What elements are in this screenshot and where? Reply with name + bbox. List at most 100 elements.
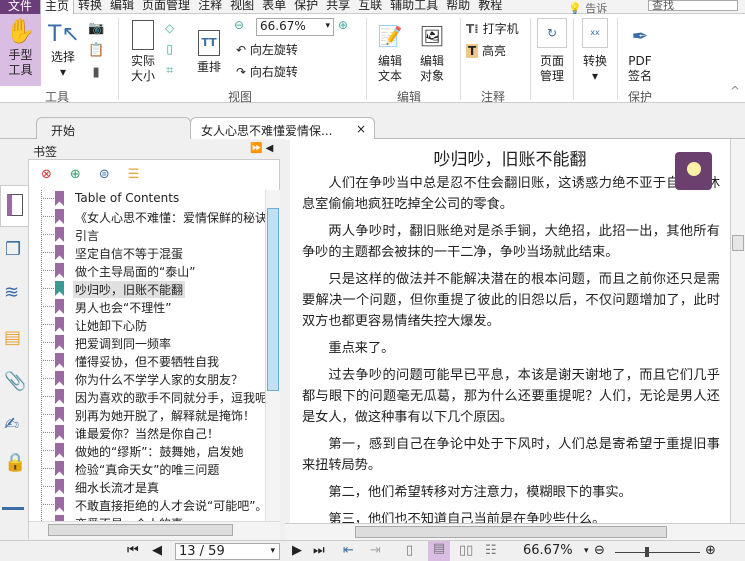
zoom-out-icon[interactable]: ⊖ (234, 18, 244, 33)
previous-view-icon[interactable]: ⇤ (343, 543, 354, 558)
next-page-button[interactable]: ▶ (292, 543, 302, 558)
fit-icons[interactable]: ◇ ▯ ⌗ (165, 18, 174, 81)
attachment-icon[interactable]: 📎 (4, 371, 26, 392)
tree-connector (41, 270, 54, 271)
bookmark-item[interactable]: 你为什么不学学人家的女朋友？ (29, 370, 265, 388)
bookmark-item[interactable]: Table of Contents (29, 190, 265, 208)
comments-icon[interactable]: ▤ (4, 327, 21, 348)
menu-tab-4[interactable]: 注释 (194, 0, 226, 14)
pages-icon[interactable]: ❐ (5, 239, 21, 260)
bookmark-item[interactable]: 做个主导局面的“泰山” (29, 262, 265, 280)
tab-start[interactable]: 开始 (36, 117, 191, 140)
actual-size-button[interactable]: 实际 大小 (126, 18, 160, 84)
tree-connector (41, 432, 54, 433)
menu-tab-8[interactable]: 共享 (322, 0, 354, 14)
close-tab-icon[interactable]: × (356, 122, 366, 136)
single-page-icon[interactable]: ▯ (406, 543, 413, 558)
zoom-slider[interactable] (615, 547, 700, 557)
page-manage-button[interactable]: ↻ 页面 管理 (535, 18, 569, 84)
tree-connector (41, 342, 54, 343)
signature-icon[interactable]: ✍ (4, 414, 19, 435)
next-view-icon[interactable]: ⇥ (370, 543, 381, 558)
bookmark-item[interactable]: 细水长流才是真 (29, 478, 265, 496)
delete-bookmark-icon[interactable]: ⊗ (41, 167, 70, 182)
bookmark-item[interactable]: 男人也会“不理性” (29, 298, 265, 316)
continuous-page-icon[interactable]: ▤ (428, 541, 450, 561)
bookmark-item[interactable]: 懂得妥协，但不要牺牲自我 (29, 352, 265, 370)
page-number-input[interactable]: 13 / 59 ▾ (175, 543, 280, 560)
bookmark-vertical-scrollbar[interactable] (265, 190, 280, 521)
move-bookmark-icon[interactable]: ⊜ (99, 167, 128, 182)
bookmark-item[interactable]: 把爱调到同一频率 (29, 334, 265, 352)
menu-tab-11[interactable]: 帮助 (442, 0, 474, 14)
menu-tab-10[interactable]: 辅助工具 (386, 0, 442, 14)
hand-tool-button[interactable]: ✋ 手型 工具 (0, 14, 41, 86)
bookmark-item[interactable]: 因为喜欢的歌手不同就分手，逗我呢 (29, 388, 265, 406)
bookmark-item[interactable]: 检验“真命天女”的唯三问题 (29, 460, 265, 478)
menu-tab-5[interactable]: 视图 (226, 0, 258, 14)
typewriter-button[interactable]: T⁞ 打字机 (466, 22, 519, 37)
first-page-button[interactable]: ⏮ (127, 543, 139, 558)
continuous-facing-icon[interactable]: ☷ (485, 543, 497, 558)
bookmark-label: 别再为她开脱了，解释就是掩饰！ (75, 409, 256, 423)
document-vertical-scrollbar[interactable] (730, 139, 745, 523)
bookmark-item[interactable]: 引言 (29, 226, 265, 244)
bookmark-item[interactable]: 坚定自信不等于混蛋 (29, 244, 265, 262)
tab-document-label: 女人心思不难懂爱情保... (201, 124, 333, 138)
document-page[interactable]: 吵归吵，旧账不能翻 人们在争吵当中总是忍不住会翻旧账，这诱惑力绝不亚于自己在休息… (290, 139, 730, 523)
search-input[interactable]: 查找 (648, 0, 738, 11)
last-page-button[interactable]: ⏭ (313, 543, 325, 558)
zoom-select[interactable]: 66.67% ▾ (256, 18, 334, 36)
zoom-out-button[interactable]: ⊖ (594, 543, 605, 558)
document-horizontal-scrollbar[interactable] (285, 523, 745, 540)
menu-tab-2[interactable]: 编辑 (106, 0, 138, 14)
zoom-in-icon[interactable]: ⊕ (338, 18, 348, 33)
snapshot-icon[interactable]: 📷 📋 ▮ (88, 18, 104, 84)
menu-tab-6[interactable]: 表单 (258, 0, 290, 14)
facing-page-icon[interactable]: ▯▯ (459, 543, 473, 558)
select-button[interactable]: T↖ 选择 ▾ (48, 20, 80, 80)
convert-button[interactable]: xx 转换 ▾ (579, 18, 611, 84)
layers-icon[interactable]: ≋ (4, 282, 19, 303)
bookmark-options-icon[interactable]: ☰ (128, 167, 158, 182)
bookmark-horizontal-scrollbar[interactable] (29, 521, 280, 539)
collapse-ribbon-icon[interactable]: ^ (730, 84, 740, 99)
zoom-level[interactable]: 66.67% (523, 543, 573, 558)
zoom-dropdown-icon[interactable]: ▾ (584, 546, 589, 556)
document-paragraph: 过去争吵的问题可能早已平息，本该是谢天谢地了，而且它们几乎都与眼下的问题毫无瓜葛… (302, 368, 720, 425)
typewriter-icon: T⁞ (466, 22, 479, 36)
file-menu[interactable]: 文件 (0, 0, 40, 14)
menu-tab-9[interactable]: 互联 (354, 0, 386, 14)
bookmark-icon (55, 371, 64, 386)
bookmark-item[interactable]: 别再为她开脱了，解释就是掩饰！ (29, 406, 265, 424)
edit-object-button[interactable]: 🖼 编辑 对象 (412, 18, 452, 84)
content-icon[interactable] (2, 507, 24, 519)
panel-expand-icon[interactable]: ⏩ ◀ (250, 143, 273, 154)
edit-text-button[interactable]: 📝 编辑 文本 (374, 18, 406, 84)
zoom-in-button[interactable]: ⊕ (705, 543, 716, 558)
menu-tab-1[interactable]: 转换 (74, 0, 106, 14)
bookmark-item[interactable]: 不敢直接拒绝的人才会说“可能吧”。 (29, 496, 265, 514)
prev-page-button[interactable]: ◀ (152, 543, 162, 558)
menu-tab-3[interactable]: 页面管理 (138, 0, 194, 14)
bookmark-panel-icon[interactable] (0, 185, 29, 227)
bookmark-item[interactable]: 做她的“缪斯”：鼓舞她，启发她 (29, 442, 265, 460)
bookmark-item[interactable]: 恋爱不是一个人的事 (29, 514, 265, 521)
reflow-button[interactable]: TT 重排 (194, 30, 224, 75)
highlight-button[interactable]: T 高亮 (466, 44, 506, 59)
rotate-left-button[interactable]: ↶ 向左旋转 (236, 43, 298, 58)
menu-tab-12[interactable]: 教程 (474, 0, 506, 14)
bookmark-item[interactable]: 《女人心思不难懂：爱情保鲜的秘诀 (29, 208, 265, 226)
lightbulb-icon[interactable] (675, 152, 712, 190)
menu-tab-7[interactable]: 保护 (290, 0, 322, 14)
bookmark-item[interactable]: 谁最爱你？当然是你自己！ (29, 424, 265, 442)
bookmark-item[interactable]: 让她卸下心防 (29, 316, 265, 334)
pdf-sign-button[interactable]: ✒ PDF 签名 (624, 18, 656, 84)
tab-document[interactable]: 女人心思不难懂爱情保... × (190, 117, 375, 140)
add-bookmark-icon[interactable]: ⊕ (70, 167, 99, 182)
rotate-right-button[interactable]: ↷ 向右旋转 (236, 65, 298, 80)
bookmark-item[interactable]: 吵归吵，旧账不能翻 (29, 280, 265, 298)
menu-tab-0[interactable]: 主页 (40, 0, 75, 14)
lock-icon[interactable]: 🔒 (4, 452, 26, 473)
convert-icon: xx (582, 18, 608, 48)
